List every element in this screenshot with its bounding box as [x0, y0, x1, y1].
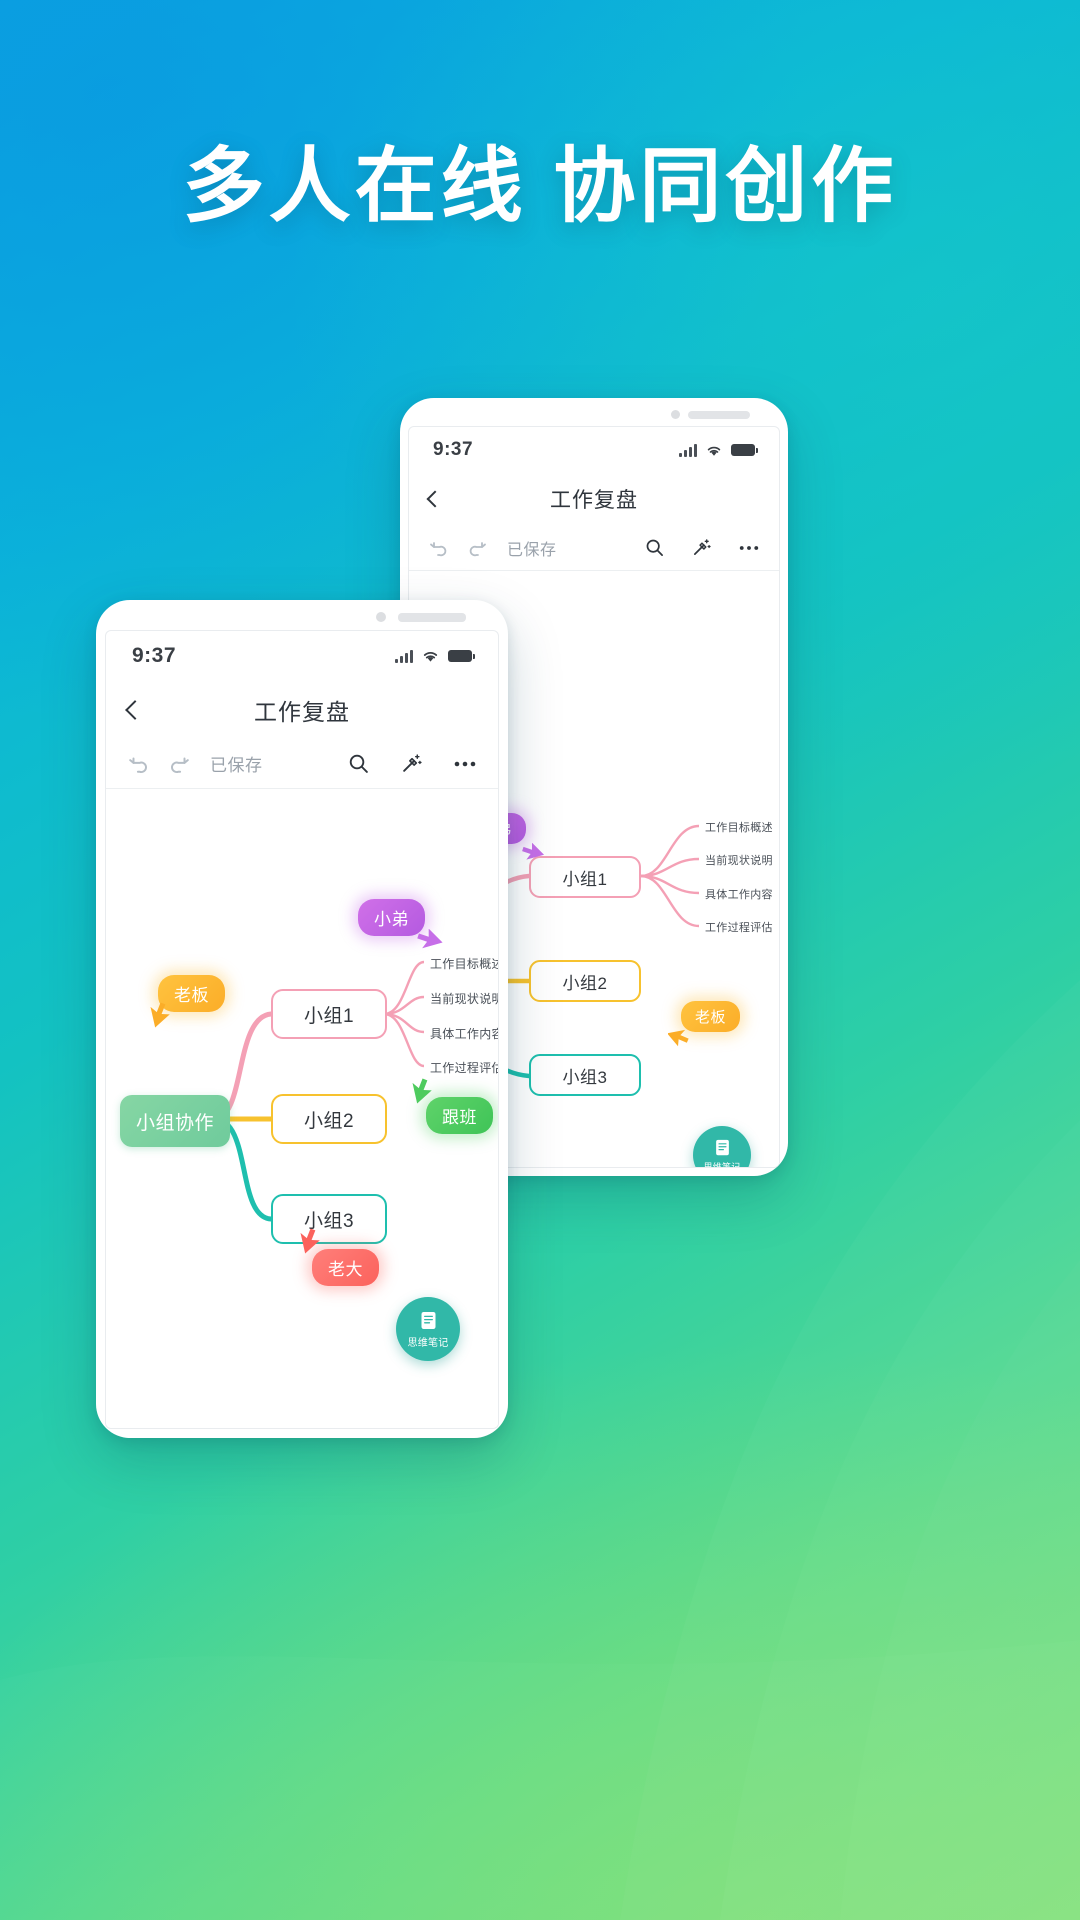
toolbar-left-group: 已保存	[128, 751, 263, 776]
collaborator-cursor-xiaodi: 小弟	[358, 899, 425, 936]
signal-bars-icon	[395, 649, 413, 663]
status-bar: 9:37	[409, 427, 779, 473]
node-label: 小组1	[562, 869, 608, 889]
node-label: 小组1	[303, 1005, 355, 1027]
undo-icon[interactable]	[429, 539, 449, 557]
cursor-pointer-purple-icon	[522, 843, 545, 860]
editor-toolbar: 已保存	[106, 739, 498, 789]
mindmap-leaf-0[interactable]: 工作目标概述	[705, 819, 773, 835]
speaker-grille-icon	[398, 613, 466, 622]
toolbar-right-group	[348, 753, 476, 774]
status-icons	[395, 649, 475, 663]
magic-wand-icon[interactable]	[401, 753, 422, 774]
magic-wand-icon[interactable]	[692, 538, 711, 557]
search-icon[interactable]	[348, 753, 369, 774]
status-time: 9:37	[132, 644, 177, 667]
saved-status-text: 已保存	[507, 541, 557, 559]
document-title: 工作复盘	[254, 699, 350, 725]
camera-dot-icon	[376, 612, 386, 622]
speaker-grille-icon	[688, 411, 750, 419]
note-document-icon	[421, 1311, 435, 1329]
cursor-label-text: 老板	[695, 1009, 727, 1026]
node-label: 小组2	[562, 973, 608, 993]
mindmap-leaf-1[interactable]: 当前现状说明	[705, 852, 773, 868]
mindmap-node-group3[interactable]: 小组3	[271, 1194, 387, 1244]
cursor-pointer-orange-icon	[668, 1029, 689, 1047]
mindmap-node-root[interactable]: 小组协作	[120, 1095, 230, 1147]
mindmap-canvas-front[interactable]: 小组协作 小组1 小组2 小组3 工作目标概述 当前现状说明 具体工作内容 工作…	[106, 789, 498, 1428]
phone-bezel-top	[400, 398, 788, 426]
note-document-icon	[715, 1139, 729, 1155]
mindmap-node-group2[interactable]: 小组2	[271, 1094, 387, 1144]
wifi-icon	[707, 446, 721, 456]
mindmap-leaf-2[interactable]: 具体工作内容	[430, 1025, 498, 1042]
wifi-icon	[423, 651, 438, 662]
fab-label: 思维笔记	[703, 1161, 741, 1168]
app-titlebar: 工作复盘	[106, 681, 498, 739]
more-horizontal-icon[interactable]	[739, 545, 759, 551]
document-title: 工作复盘	[550, 489, 638, 512]
mindmap-leaf-1[interactable]: 当前现状说明	[430, 990, 498, 1007]
node-label: 小组3	[562, 1067, 608, 1087]
status-bar: 9:37	[106, 631, 498, 681]
more-horizontal-icon[interactable]	[454, 761, 476, 767]
signal-bars-icon	[679, 443, 697, 457]
back-chevron-icon[interactable]	[125, 700, 145, 720]
phone-mockup-front: 9:37 工作复盘 已保存 小组协作 小组1 小组2 小组3 工作目标概述 当前…	[96, 600, 508, 1438]
saved-status-text: 已保存	[210, 756, 263, 775]
editor-toolbar: 已保存	[409, 525, 779, 571]
page-title: 多人在线 协同创作	[182, 141, 898, 232]
battery-full-icon	[731, 444, 758, 456]
battery-full-icon	[448, 650, 475, 662]
toolbar-left-group: 已保存	[429, 536, 557, 560]
cursor-pointer-red-icon	[300, 1228, 320, 1254]
mindmap-leaf-2[interactable]: 具体工作内容	[705, 886, 773, 902]
search-icon[interactable]	[645, 538, 664, 557]
cursor-label-text: 老大	[328, 1260, 363, 1279]
node-label: 小组协作	[135, 1112, 214, 1134]
redo-icon[interactable]	[467, 539, 487, 557]
app-titlebar: 工作复盘	[409, 473, 779, 525]
redo-icon[interactable]	[168, 754, 190, 774]
cursor-label-text: 跟班	[442, 1108, 477, 1127]
phone-bezel-top	[96, 600, 508, 630]
mind-note-fab-button[interactable]: 思维笔记	[396, 1297, 460, 1361]
cursor-pointer-purple-icon	[417, 929, 443, 949]
cursor-pointer-orange-icon	[150, 1002, 170, 1028]
mindmap-node-group1[interactable]: 小组1	[271, 989, 387, 1039]
cursor-label-text: 老板	[174, 986, 209, 1005]
mindmap-node-group3[interactable]: 小组3	[529, 1054, 641, 1096]
fab-label: 思维笔记	[407, 1337, 449, 1349]
cursor-label-text: 小弟	[374, 910, 409, 929]
undo-icon[interactable]	[128, 754, 150, 774]
mindmap-node-group2[interactable]: 小组2	[529, 960, 641, 1002]
mindmap-leaf-3[interactable]: 工作过程评估	[705, 919, 773, 935]
toolbar-right-group	[645, 538, 759, 557]
status-icons	[679, 443, 758, 457]
camera-dot-icon	[671, 410, 680, 419]
cursor-pointer-green-icon	[412, 1078, 432, 1104]
mindmap-leaf-3[interactable]: 工作过程评估	[430, 1059, 498, 1076]
back-chevron-icon[interactable]	[426, 490, 444, 508]
phone-screen-front: 9:37 工作复盘 已保存 小组协作 小组1 小组2 小组3 工作目标概述 当前…	[105, 630, 499, 1429]
status-time: 9:37	[433, 439, 474, 460]
collaborator-cursor-genban: 跟班	[426, 1097, 493, 1134]
node-label: 小组2	[303, 1110, 355, 1132]
